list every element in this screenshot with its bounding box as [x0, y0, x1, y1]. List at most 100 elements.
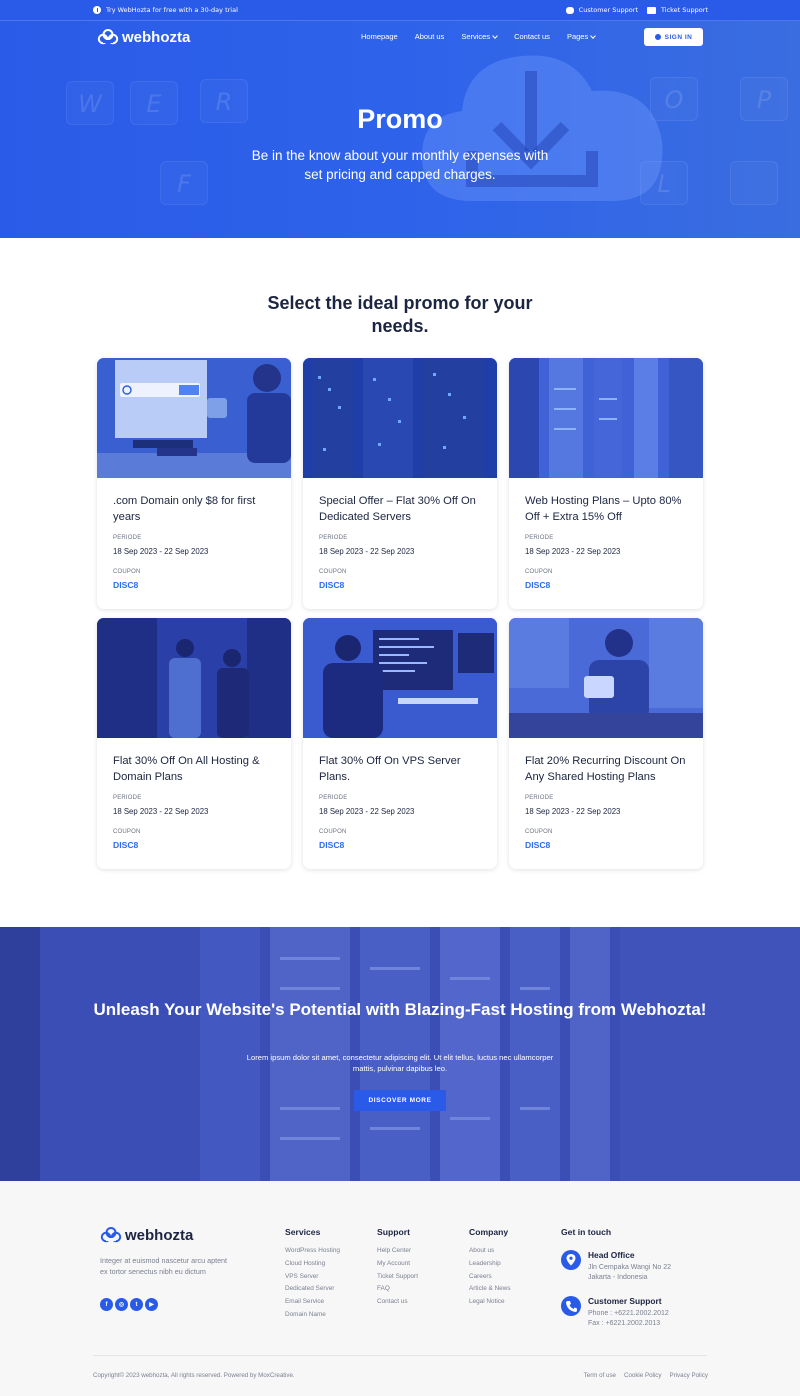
- footer-link[interactable]: Contact us: [377, 1296, 418, 1309]
- site-logo[interactable]: webhozta: [97, 28, 190, 46]
- nav-item-services[interactable]: Services: [461, 32, 498, 41]
- promo-period: 18 Sep 2023 - 22 Sep 2023: [319, 807, 415, 816]
- footer-column-title: Company: [469, 1227, 509, 1237]
- main-navigation: webhozta Homepage About us Services Cont…: [0, 21, 800, 53]
- footer-contact-column: Get in touch: [561, 1227, 611, 1245]
- promo-image-developer-coding: [303, 618, 497, 738]
- nav-label: Services: [461, 32, 491, 41]
- promo-coupon-code[interactable]: DISC8: [113, 840, 138, 850]
- footer-link[interactable]: Dedicated Server: [285, 1283, 340, 1296]
- footer-link[interactable]: Ticket Support: [377, 1271, 418, 1284]
- nav-label: About us: [414, 32, 445, 41]
- cta-description: Lorem ipsum dolor sit amet, consectetur …: [246, 1053, 554, 1073]
- nav-item-pages[interactable]: Pages: [566, 32, 597, 41]
- promo-period: 18 Sep 2023 - 22 Sep 2023: [525, 547, 621, 556]
- phone-number[interactable]: Phone : +6221.2002.2012: [588, 1310, 669, 1317]
- cta-title: Unleash Your Website's Potential with Bl…: [93, 1000, 707, 1019]
- ticket-support-link[interactable]: Ticket Support: [647, 6, 708, 14]
- nav-item-contact[interactable]: Contact us: [514, 32, 550, 41]
- nav-item-about[interactable]: About us: [415, 32, 445, 41]
- nav-item-homepage[interactable]: Homepage: [361, 32, 398, 41]
- period-label: PERIODE: [319, 795, 348, 801]
- promo-period: 18 Sep 2023 - 22 Sep 2023: [113, 807, 209, 816]
- page-title: Promo: [357, 104, 443, 134]
- coupon-label: COUPON: [113, 569, 141, 575]
- promo-period: 18 Sep 2023 - 22 Sep 2023: [319, 547, 415, 556]
- promo-card[interactable]: .com Domain only $8 for first years PERI…: [97, 358, 291, 609]
- footer-link[interactable]: Legal Notice: [469, 1296, 511, 1309]
- customer-support-label: Customer Support: [578, 6, 638, 14]
- footer-link[interactable]: Cloud Hosting: [285, 1258, 340, 1271]
- keyboard-key-decoration: F: [160, 161, 208, 205]
- top-bar: Try WebHozta for free with a 30-day tria…: [0, 0, 800, 21]
- promo-coupon-code[interactable]: DISC8: [525, 840, 550, 850]
- youtube-icon[interactable]: ▶: [145, 1298, 158, 1311]
- footer-link[interactable]: Help Center: [377, 1245, 418, 1258]
- chevron-down-icon: [492, 32, 498, 39]
- instagram-icon[interactable]: ◎: [115, 1298, 128, 1311]
- promo-coupon-code[interactable]: DISC8: [319, 580, 344, 590]
- sign-in-label: SIGN IN: [664, 33, 693, 41]
- footer-link[interactable]: Domain Name: [285, 1309, 340, 1322]
- ticket-support-label: Ticket Support: [661, 6, 708, 14]
- promo-card[interactable]: Flat 20% Recurring Discount On Any Share…: [509, 618, 703, 869]
- footer-link[interactable]: Leadership: [469, 1258, 511, 1271]
- promo-period: 18 Sep 2023 - 22 Sep 2023: [113, 547, 209, 556]
- nav-label: Pages: [566, 32, 589, 41]
- brand-name: webhozta: [122, 28, 191, 46]
- discover-more-button[interactable]: DISCOVER MORE: [354, 1090, 446, 1111]
- facebook-icon[interactable]: f: [100, 1298, 113, 1311]
- promo-image-domain-search: [97, 358, 291, 478]
- footer-divider: [93, 1355, 707, 1356]
- promo-title: Special Offer – Flat 30% Off On Dedicate…: [319, 495, 476, 523]
- envelope-icon: [647, 6, 656, 14]
- promo-card[interactable]: Web Hosting Plans – Upto 80% Off + Extra…: [509, 358, 703, 609]
- footer-company-column: Company About us Leadership Careers Arti…: [469, 1227, 511, 1309]
- promo-image-man-with-tablet: [509, 618, 703, 738]
- footer-brand-name: webhozta: [125, 1226, 194, 1244]
- period-label: PERIODE: [525, 535, 554, 541]
- promo-coupon-code[interactable]: DISC8: [319, 840, 344, 850]
- footer-link[interactable]: VPS Server: [285, 1271, 340, 1284]
- footer-logo[interactable]: webhozta: [100, 1226, 193, 1244]
- promo-section-title: Select the ideal promo for your needs.: [267, 293, 533, 336]
- period-label: PERIODE: [113, 795, 142, 801]
- chat-icon: [565, 6, 574, 14]
- fax-number: Fax : +6221.2002.2013: [588, 1320, 661, 1327]
- hero-subtitle: Be in the know about your monthly expens…: [251, 148, 549, 182]
- nav-label: Homepage: [361, 32, 398, 41]
- chevron-down-icon: [590, 32, 597, 39]
- copyright-text: Copyright© 2023 webhozta, All rights res…: [93, 1372, 295, 1379]
- promo-image-server-racks: [509, 358, 703, 478]
- period-label: PERIODE: [113, 535, 142, 541]
- footer-link[interactable]: Careers: [469, 1271, 511, 1284]
- footer-link[interactable]: My Account: [377, 1258, 418, 1271]
- customer-support-link[interactable]: Customer Support: [565, 6, 638, 14]
- promo-coupon-code[interactable]: DISC8: [113, 580, 138, 590]
- cookie-policy-link[interactable]: Cookie Policy: [624, 1372, 662, 1379]
- promo-title: Flat 30% Off On All Hosting & Domain Pla…: [113, 755, 260, 783]
- footer-link[interactable]: Article & News: [469, 1283, 511, 1296]
- promo-card[interactable]: Flat 30% Off On All Hosting & Domain Pla…: [97, 618, 291, 869]
- promo-image-server-lights: [303, 358, 497, 478]
- promo-card[interactable]: Special Offer – Flat 30% Off On Dedicate…: [303, 358, 497, 609]
- footer-description: Integer at euismod nascetur arcu aptent …: [100, 1256, 228, 1276]
- coupon-label: COUPON: [525, 829, 553, 835]
- promo-title: Flat 30% Off On VPS Server Plans.: [319, 755, 461, 783]
- footer-link[interactable]: Email Service: [285, 1296, 340, 1309]
- info-icon: [93, 6, 101, 14]
- address-line: Jakarta - Indonesia: [588, 1274, 648, 1281]
- terms-link[interactable]: Term of use: [584, 1372, 616, 1379]
- legal-links: Term of use Cookie Policy Privacy Policy: [584, 1372, 708, 1379]
- keyboard-key-decoration: [730, 161, 778, 205]
- coupon-label: COUPON: [525, 569, 553, 575]
- footer-link[interactable]: FAQ: [377, 1283, 418, 1296]
- promo-coupon-code[interactable]: DISC8: [525, 580, 550, 590]
- privacy-policy-link[interactable]: Privacy Policy: [669, 1372, 708, 1379]
- footer-link[interactable]: WordPress Hosting: [285, 1245, 340, 1258]
- twitter-icon[interactable]: t: [130, 1298, 143, 1311]
- promo-card[interactable]: Flat 30% Off On VPS Server Plans. PERIOD…: [303, 618, 497, 869]
- sign-in-button[interactable]: SIGN IN: [644, 28, 703, 46]
- cloud-logo-icon: [100, 1227, 122, 1243]
- footer-link[interactable]: About us: [469, 1245, 511, 1258]
